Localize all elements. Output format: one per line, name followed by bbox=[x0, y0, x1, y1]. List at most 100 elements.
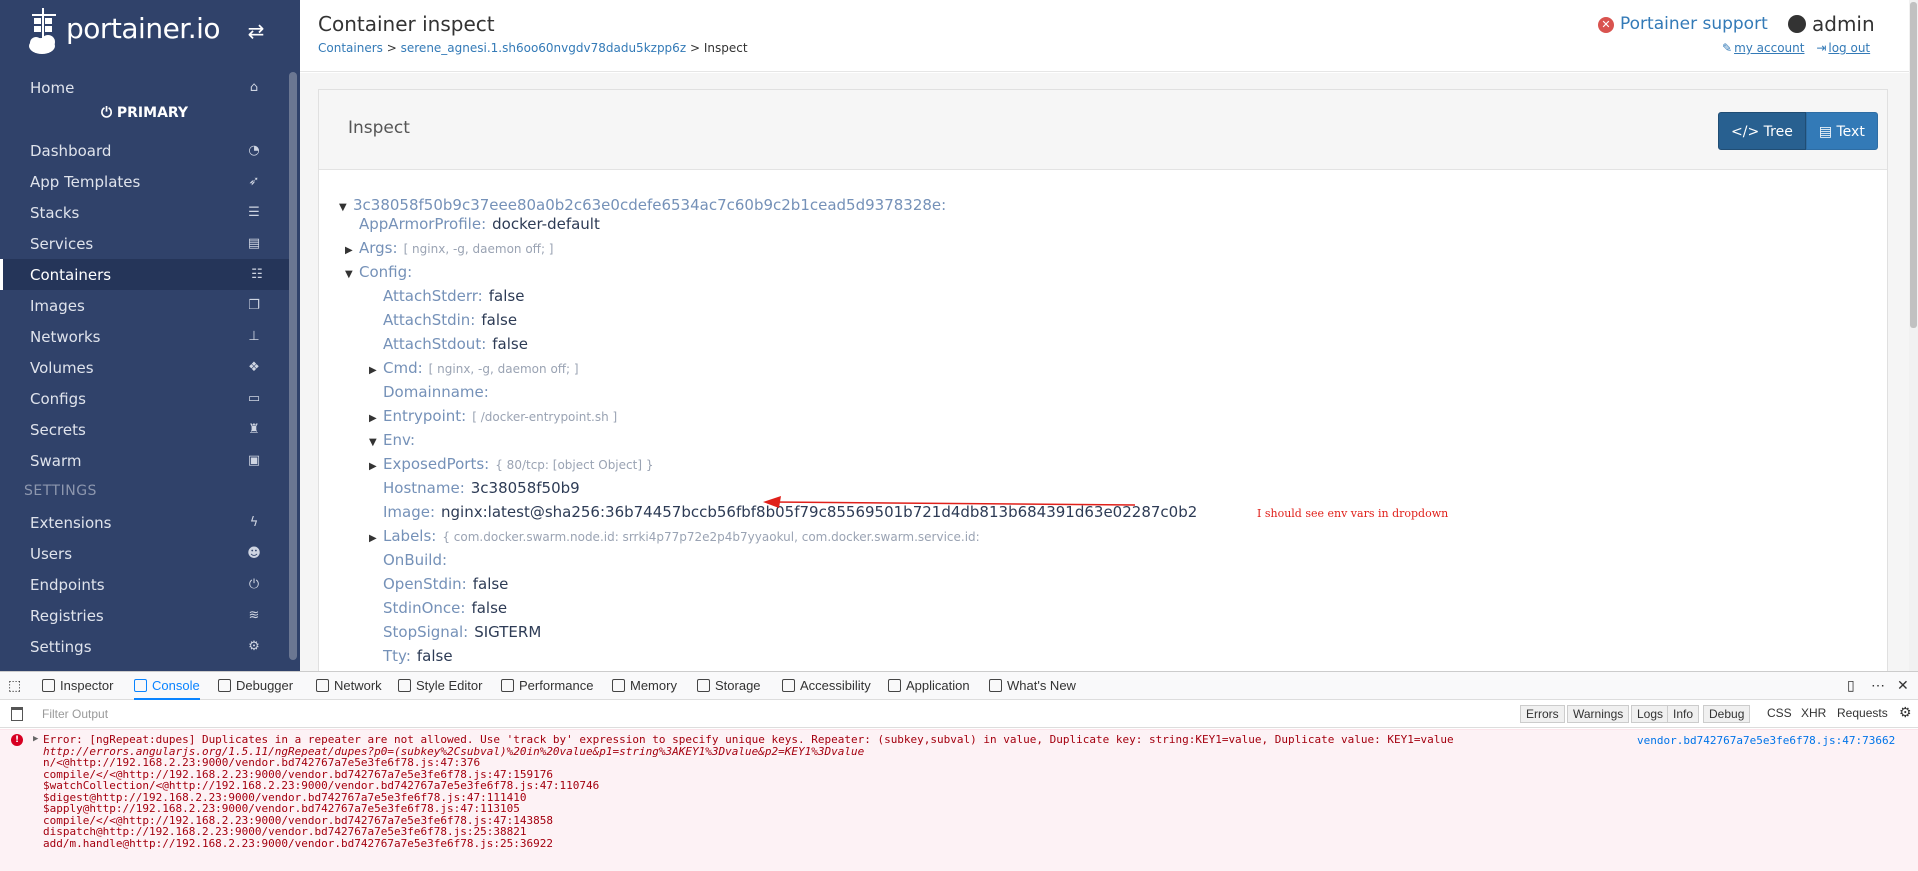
log-out-link[interactable]: log out bbox=[1828, 41, 1870, 55]
server-icon: ☷ bbox=[251, 267, 263, 282]
devtools-tab-storage[interactable]: Storage bbox=[697, 672, 761, 700]
inspect-widget: Inspect </> Tree ▤ Text ▼ 3c38058f50b9c37… bbox=[318, 89, 1888, 671]
portainer-support-link[interactable]: ✕ Portainer support bbox=[1598, 14, 1768, 34]
tree-node-hostname: Hostname: 3c38058f50b9 bbox=[383, 479, 580, 497]
code-icon: </> bbox=[1731, 124, 1764, 140]
filter-requests[interactable]: Requests bbox=[1832, 705, 1893, 723]
sidebar-item-containers[interactable]: Containers ☷ bbox=[0, 259, 289, 290]
sidebar-item-registries[interactable]: Registries ≋ bbox=[0, 600, 289, 631]
wrench-icon: ✎ bbox=[1722, 41, 1733, 55]
sidebar-scrollbar[interactable] bbox=[289, 72, 297, 660]
trash-icon[interactable] bbox=[11, 707, 23, 721]
users-icon: ☻ bbox=[247, 546, 261, 561]
rocket-icon: ➶ bbox=[248, 174, 260, 189]
filter-xhr[interactable]: XHR bbox=[1796, 705, 1831, 723]
caret-right-icon[interactable]: ▶ bbox=[369, 413, 383, 424]
filter-output-input[interactable]: Filter Output bbox=[42, 707, 108, 721]
close-devtools-icon[interactable]: ✕ bbox=[1897, 677, 1909, 694]
caret-down-icon[interactable]: ▼ bbox=[339, 202, 353, 213]
filter-css[interactable]: CSS bbox=[1762, 705, 1797, 723]
sidebar-item-settings[interactable]: Settings ⚙ bbox=[0, 631, 289, 662]
sidebar-item-label: Services bbox=[30, 235, 94, 253]
expand-caret-icon[interactable]: ▶ bbox=[33, 734, 38, 744]
devtools-tab-accessibility[interactable]: Accessibility bbox=[782, 672, 871, 700]
tree-node-env[interactable]: ▼ Env: bbox=[369, 431, 415, 449]
pick-element-icon[interactable]: ⬚ bbox=[8, 677, 21, 694]
sidebar-item-users[interactable]: Users ☻ bbox=[0, 538, 289, 569]
sidebar-item-dashboard[interactable]: Dashboard ◔ bbox=[0, 135, 289, 166]
user-menu: admin bbox=[1788, 12, 1875, 36]
filter-logs[interactable]: Logs bbox=[1631, 705, 1670, 723]
tree-button[interactable]: </> Tree bbox=[1718, 112, 1806, 150]
breadcrumb-containers[interactable]: Containers bbox=[318, 41, 383, 55]
devtools-tab-style-editor[interactable]: Style Editor bbox=[398, 672, 482, 700]
caret-down-icon[interactable]: ▼ bbox=[345, 269, 359, 280]
tree-node-entrypoint[interactable]: ▶ Entrypoint: [ /docker-entrypoint.sh ] bbox=[369, 407, 617, 425]
tab-label: Memory bbox=[630, 678, 677, 693]
sidebar-item-secrets[interactable]: Secrets ♜ bbox=[0, 414, 289, 445]
devtools-tab-inspector[interactable]: Inspector bbox=[42, 672, 113, 700]
filter-debug[interactable]: Debug bbox=[1703, 705, 1751, 723]
file-text-icon: ▤ bbox=[1818, 124, 1837, 140]
tree-root[interactable]: ▼ 3c38058f50b9c37eee80a0b2c63e0cdefe6534a… bbox=[339, 196, 946, 214]
filter-errors[interactable]: Errors bbox=[1520, 705, 1565, 723]
caret-right-icon[interactable]: ▶ bbox=[369, 365, 383, 376]
tree-node-cmd[interactable]: ▶ Cmd: [ nginx, -g, daemon off; ] bbox=[369, 359, 579, 377]
text-button[interactable]: ▤ Text bbox=[1805, 112, 1878, 150]
tree-node-exposedports[interactable]: ▶ ExposedPorts: { 80/tcp: [object Object] … bbox=[369, 455, 653, 473]
tree-node-args[interactable]: ▶ Args: [ nginx, -g, daemon off; ] bbox=[345, 239, 553, 257]
page-scrollbar[interactable] bbox=[1909, 0, 1918, 671]
tab-label: Storage bbox=[715, 678, 761, 693]
sidebar-item-images[interactable]: Images ❐ bbox=[0, 290, 289, 321]
clone-icon: ❐ bbox=[248, 298, 260, 313]
tree-node-tty: Tty: false bbox=[383, 647, 453, 665]
devtools-tab-debugger[interactable]: Debugger bbox=[218, 672, 293, 700]
whats-new-icon bbox=[989, 679, 1002, 692]
caret-right-icon[interactable]: ▶ bbox=[345, 245, 359, 256]
caret-right-icon[interactable]: ▶ bbox=[369, 533, 383, 544]
sidebar-item-app-templates[interactable]: App Templates ➶ bbox=[0, 166, 289, 197]
tree-node-labels[interactable]: ▶ Labels: { com.docker.swarm.node.id: srrk… bbox=[369, 527, 980, 545]
caret-down-icon[interactable]: ▼ bbox=[369, 437, 383, 448]
sidebar-item-label: Settings bbox=[30, 638, 92, 656]
sidebar-item-networks[interactable]: Networks ⊥ bbox=[0, 321, 289, 352]
my-account-link[interactable]: my account bbox=[1734, 41, 1804, 55]
caret-right-icon[interactable]: ▶ bbox=[369, 461, 383, 472]
sidebar-item-endpoints[interactable]: Endpoints ⏻ bbox=[0, 569, 289, 600]
devtools-tab-performance[interactable]: Performance bbox=[501, 672, 593, 700]
sidebar-item-volumes[interactable]: Volumes ❖ bbox=[0, 352, 289, 383]
tree-node-domainname: Domainname: bbox=[383, 383, 489, 401]
devtools-tab-application[interactable]: Application bbox=[888, 672, 970, 700]
sidebar-item-label: Stacks bbox=[30, 204, 80, 222]
devtools-tab-console[interactable]: Console bbox=[134, 672, 200, 700]
sidebar-item-swarm[interactable]: Swarm ▣ bbox=[0, 445, 289, 476]
tree-key: AttachStderr: bbox=[383, 287, 483, 305]
sidebar-item-extensions[interactable]: Extensions ϟ bbox=[0, 507, 289, 538]
tree-node-config[interactable]: ▼ Config: bbox=[345, 263, 412, 281]
devtools-tab-what-s-new[interactable]: What's New bbox=[989, 672, 1076, 700]
breadcrumb-separator: > bbox=[689, 41, 701, 55]
devtools-tab-network[interactable]: Network bbox=[316, 672, 382, 700]
list-alt-icon: ▤ bbox=[247, 236, 261, 251]
filter-info[interactable]: Info bbox=[1667, 705, 1700, 723]
devtools-tab-memory[interactable]: Memory bbox=[612, 672, 677, 700]
more-options-icon[interactable]: ⋯ bbox=[1871, 677, 1885, 694]
sidebar-item-stacks[interactable]: Stacks ☰ bbox=[0, 197, 289, 228]
sidebar-item-home[interactable]: Home ⌂ bbox=[0, 72, 289, 103]
settings-section-title: SETTINGS bbox=[24, 483, 97, 499]
tree-value: SIGTERM bbox=[474, 623, 542, 641]
breadcrumb-container[interactable]: serene_agnesi.1.sh6oo60nvgdv78dadu5kzpp6… bbox=[401, 41, 687, 55]
settings-gear-icon[interactable]: ⚙ bbox=[1899, 704, 1912, 721]
sidebar-item-label: Networks bbox=[30, 328, 101, 346]
filter-warnings[interactable]: Warnings bbox=[1567, 705, 1630, 723]
sidebar-item-configs[interactable]: Configs ▭ bbox=[0, 383, 289, 414]
portainer-logo[interactable]: portainer.io bbox=[28, 6, 221, 56]
scrollbar-thumb[interactable] bbox=[1910, 2, 1917, 328]
dock-side-icon[interactable]: ▯ bbox=[1847, 677, 1855, 694]
devtools-panel: ⬚ ▯ ⋯ ✕ Inspector Console Debugger Network S… bbox=[0, 671, 1918, 871]
error-source-link[interactable]: vendor.bd742767a7e5e3fe6f78.js:47:73662 bbox=[1637, 734, 1895, 747]
tab-label: Application bbox=[906, 678, 970, 693]
sidebar-toggle-icon[interactable]: ⇄ bbox=[244, 21, 268, 41]
tree-summary: [ /docker-entrypoint.sh ] bbox=[472, 410, 618, 424]
sidebar-item-services[interactable]: Services ▤ bbox=[0, 228, 289, 259]
